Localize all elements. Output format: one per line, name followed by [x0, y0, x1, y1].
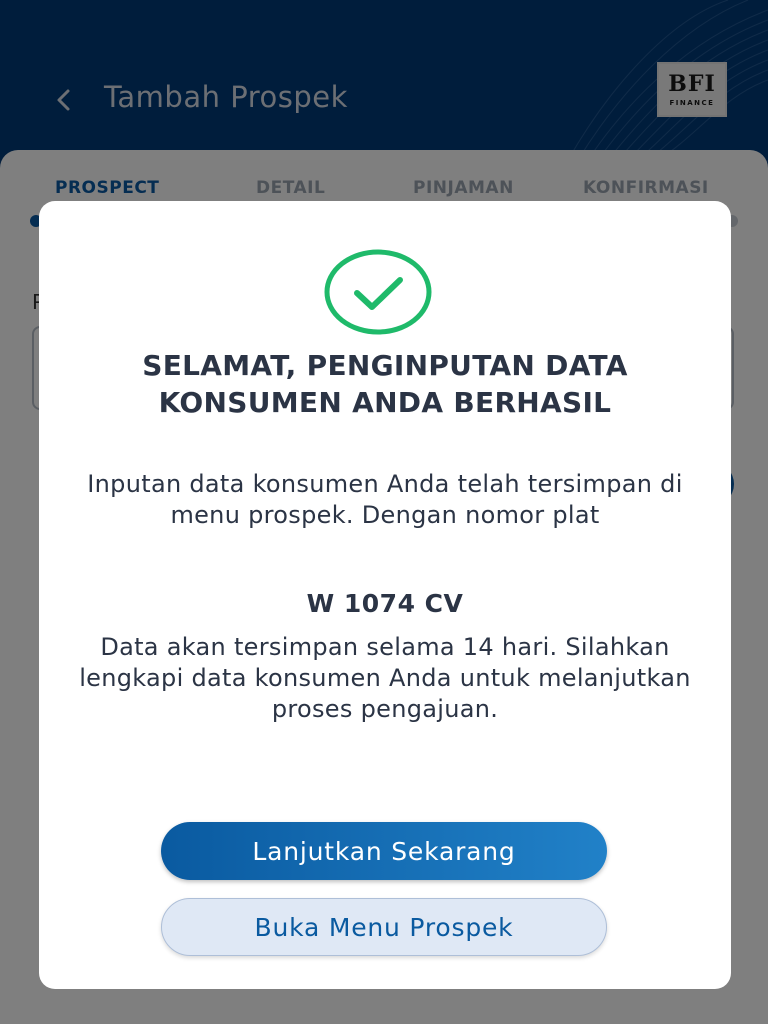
success-dialog: SELAMAT, PENGINPUTAN DATA KONSUMEN ANDA … — [39, 201, 731, 989]
check-circle-icon — [324, 249, 432, 335]
dialog-title: SELAMAT, PENGINPUTAN DATA KONSUMEN ANDA … — [142, 349, 628, 419]
dialog-note: Data akan tersimpan selama 14 hari. Sila… — [79, 633, 691, 723]
plate-number: W 1074 CV — [306, 589, 464, 618]
continue-now-button[interactable]: Lanjutkan Sekarang — [161, 822, 607, 880]
screen: Tambah Prospek BFI FINANCE PROSPECT DETA… — [0, 0, 768, 1024]
dialog-message: Inputan data konsumen Anda telah tersimp… — [87, 470, 683, 529]
open-prospect-menu-button[interactable]: Buka Menu Prospek — [161, 898, 607, 956]
